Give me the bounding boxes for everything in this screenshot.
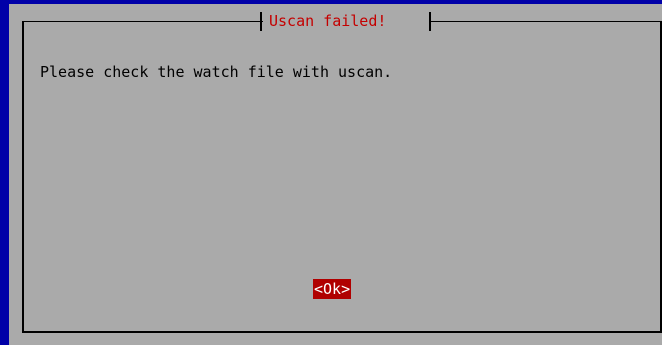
frame-bottom-border: [22, 331, 662, 333]
dialog-message: Please check the watch file with uscan.: [40, 63, 393, 81]
frame-top-left-border: [22, 21, 263, 22]
ok-button[interactable]: <Ok>: [313, 279, 352, 299]
title-right-bracket: [429, 12, 431, 31]
dialog-title: Uscan failed!: [269, 12, 387, 30]
frame-top-right-border: [430, 21, 662, 22]
title-left-bracket: [260, 12, 262, 31]
uscan-failed-dialog: Uscan failed! Please check the watch fil…: [9, 4, 662, 345]
frame-left-border: [22, 21, 24, 331]
